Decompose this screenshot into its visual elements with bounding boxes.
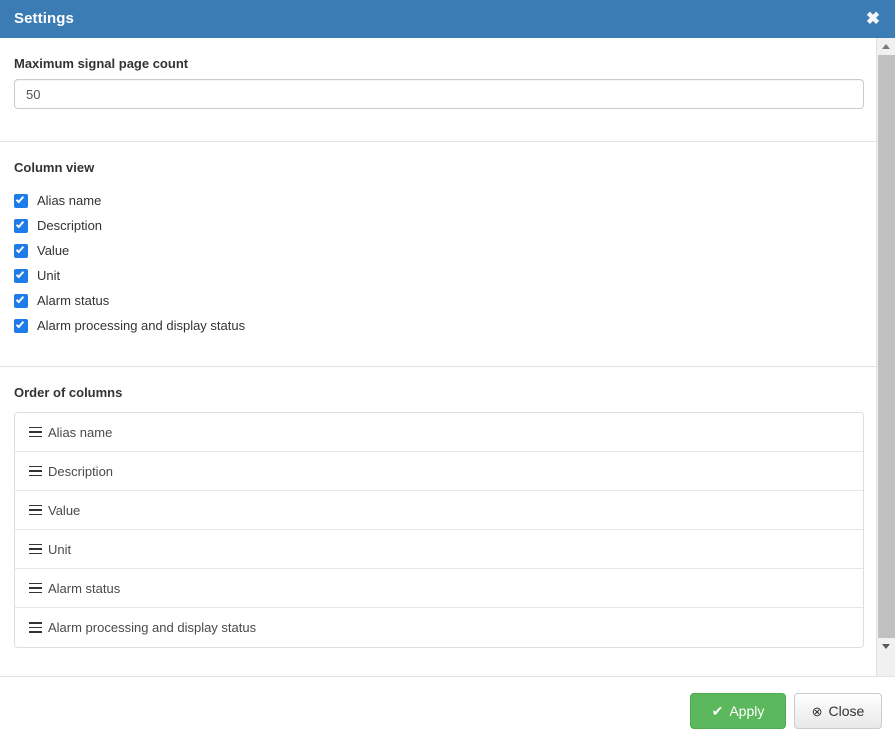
order-item-label-alarm-processing-and-display-status: Alarm processing and display status — [48, 620, 257, 635]
checkbox-description[interactable] — [14, 218, 28, 233]
dialog-body: Maximum signal page count Column view Al… — [0, 38, 876, 676]
settings-dialog: Settings ✖ Maximum signal page count Col… — [0, 0, 895, 736]
drag-handle-icon[interactable] — [29, 504, 42, 516]
vertical-scrollbar[interactable] — [876, 38, 895, 676]
checkbox-label-alias-name: Alias name — [37, 192, 102, 208]
section-max-signal-page-count: Maximum signal page count — [14, 56, 864, 109]
close-button-label: Close — [828, 703, 865, 719]
checkbox-alias-name[interactable] — [14, 193, 28, 208]
checkbox-row-alarm-processing-and-display-status[interactable]: Alarm processing and display status — [14, 313, 864, 338]
checkbox-label-alarm-status: Alarm status — [37, 292, 110, 308]
checkbox-label-alarm-processing-and-display-status: Alarm processing and display status — [37, 317, 246, 333]
scroll-up-arrow-glyph — [882, 44, 890, 49]
section-divider-1 — [0, 141, 876, 142]
section-order-of-columns: Order of columns Alias name Description … — [14, 385, 864, 648]
checkbox-label-unit: Unit — [37, 267, 61, 283]
checkbox-row-unit[interactable]: Unit — [14, 263, 864, 288]
order-item-label-unit: Unit — [48, 541, 72, 557]
list-item[interactable]: Alias name — [15, 413, 863, 452]
scroll-down-arrow-icon[interactable] — [877, 638, 895, 655]
list-item[interactable]: Value — [15, 491, 863, 530]
order-of-columns-label: Order of columns — [14, 385, 123, 400]
drag-handle-icon[interactable] — [29, 465, 42, 477]
drag-handle-icon[interactable] — [29, 543, 42, 555]
list-item[interactable]: Alarm processing and display status — [15, 608, 863, 647]
order-of-columns-list: Alias name Description Value Unit Alarm … — [14, 412, 864, 648]
drag-handle-icon[interactable] — [29, 426, 42, 438]
checkbox-row-alarm-status[interactable]: Alarm status — [14, 288, 864, 313]
max-signal-page-count-label: Maximum signal page count — [14, 56, 189, 71]
check-icon: ✔ — [711, 703, 724, 719]
list-item[interactable]: Unit — [15, 530, 863, 569]
section-column-view: Column view Alias name Description Value… — [14, 160, 864, 338]
order-item-label-value: Value — [48, 502, 81, 518]
checkbox-alarm-processing-and-display-status[interactable] — [14, 318, 28, 333]
checkbox-row-value[interactable]: Value — [14, 238, 864, 263]
checkbox-row-description[interactable]: Description — [14, 213, 864, 238]
list-item[interactable]: Description — [15, 452, 863, 491]
drag-handle-icon[interactable] — [29, 582, 42, 594]
column-view-label: Column view — [14, 160, 95, 175]
drag-handle-icon[interactable] — [29, 622, 42, 633]
checkbox-value[interactable] — [14, 243, 28, 258]
close-button[interactable]: ⊗ Close — [794, 693, 882, 729]
order-item-label-description: Description — [48, 463, 114, 479]
checkbox-label-value: Value — [37, 242, 70, 258]
checkbox-label-description: Description — [37, 217, 103, 233]
max-signal-page-count-input[interactable] — [14, 79, 864, 109]
apply-button-label: Apply — [729, 703, 765, 719]
scroll-up-arrow-icon[interactable] — [877, 38, 895, 55]
page-title: Settings — [14, 10, 74, 27]
checkbox-unit[interactable] — [14, 268, 28, 283]
close-x-icon[interactable]: ✖ — [862, 8, 884, 30]
apply-button[interactable]: ✔ Apply — [690, 693, 786, 729]
dialog-footer: ✔ Apply ⊗ Close — [0, 677, 895, 736]
list-item[interactable]: Alarm status — [15, 569, 863, 608]
checkbox-alarm-status[interactable] — [14, 293, 28, 308]
checkbox-row-alias-name[interactable]: Alias name — [14, 188, 864, 213]
circle-x-icon: ⊗ — [811, 703, 823, 719]
section-divider-2 — [0, 366, 876, 367]
dialog-header: Settings ✖ — [0, 0, 895, 38]
scroll-down-arrow-glyph — [882, 644, 890, 649]
order-item-label-alarm-status: Alarm status — [48, 580, 121, 596]
scrollbar-thumb[interactable] — [878, 55, 895, 648]
order-item-label-alias-name: Alias name — [48, 424, 113, 440]
